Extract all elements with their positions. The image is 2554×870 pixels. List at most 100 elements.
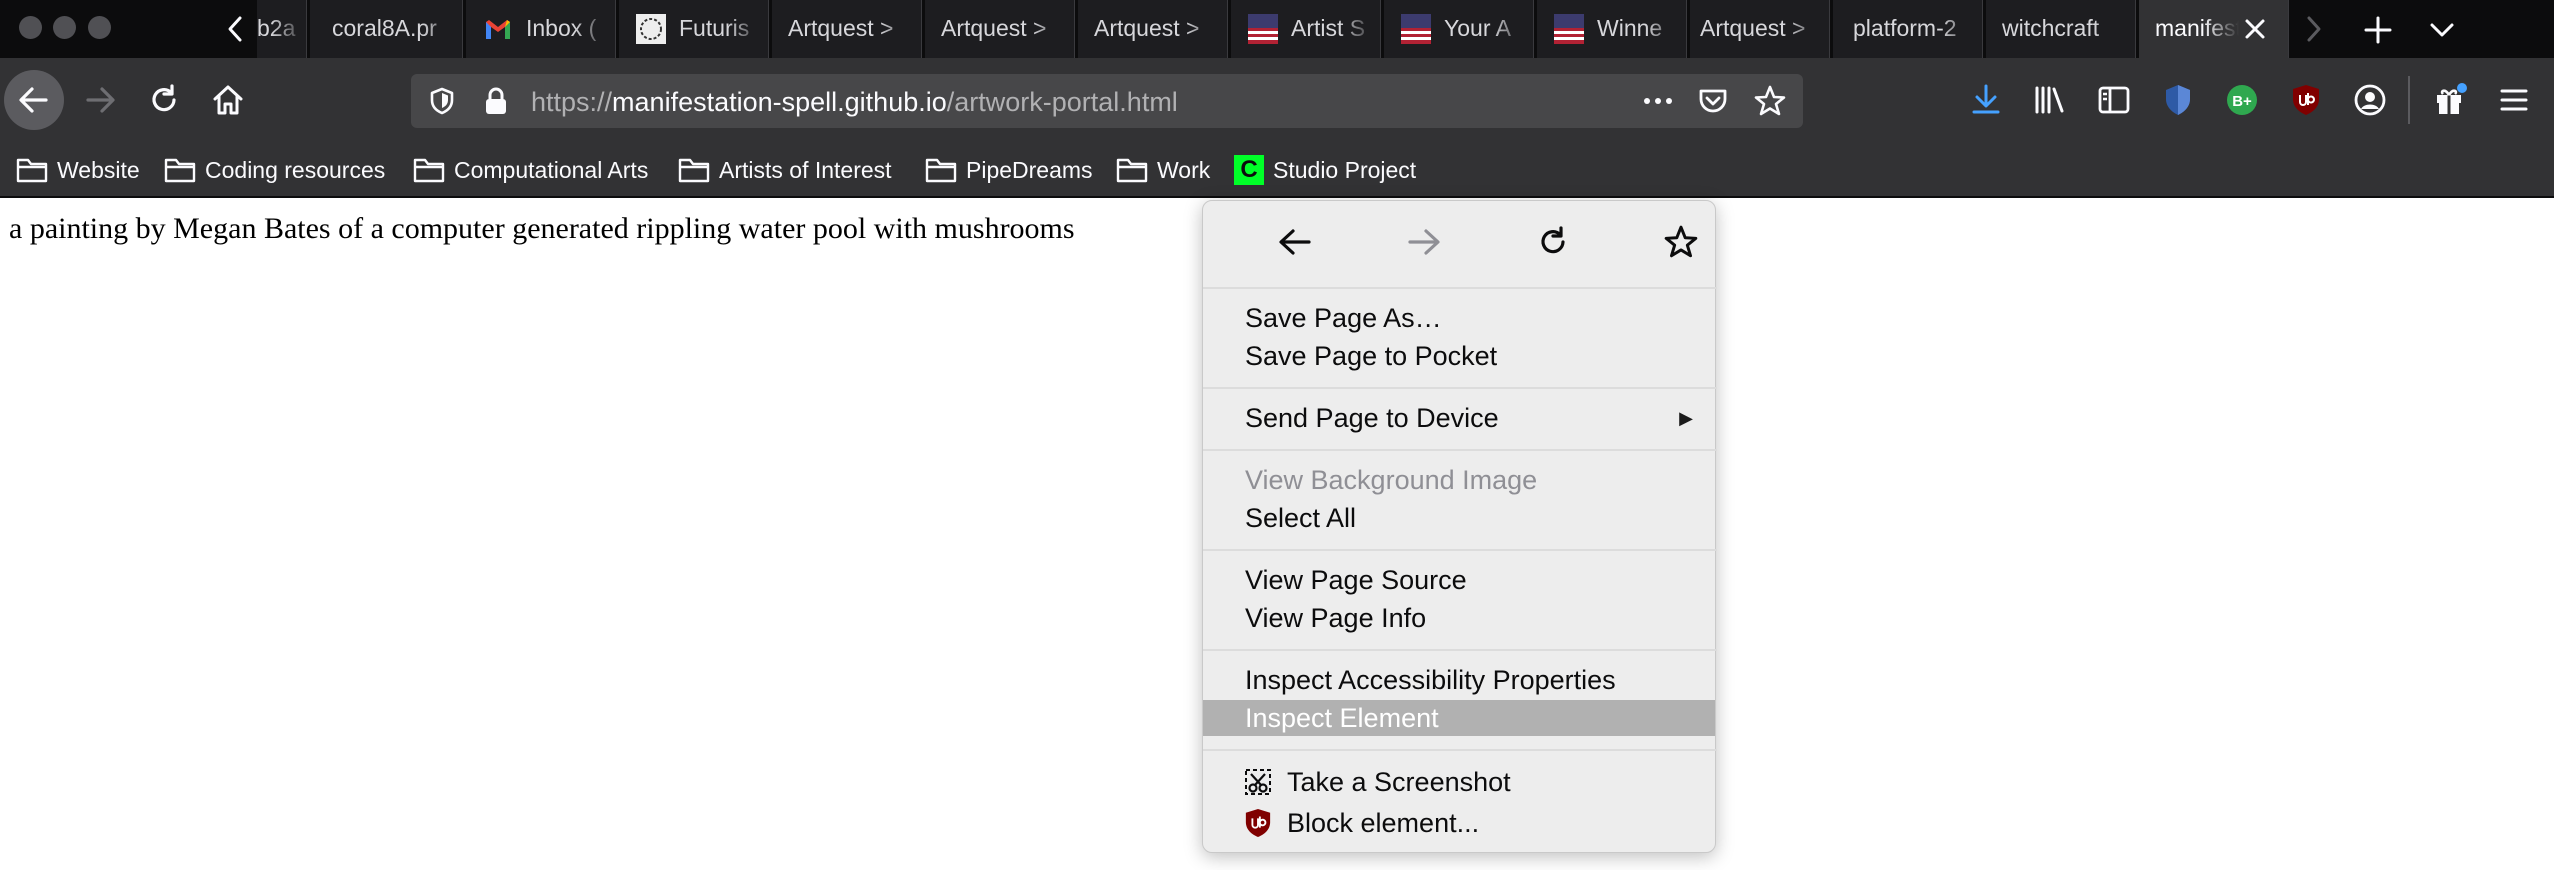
tab-6[interactable]: Artquest >	[925, 0, 1075, 58]
ctx-forward-button[interactable]	[1394, 217, 1454, 267]
reload-button[interactable]	[136, 72, 192, 128]
tab-title: Artquest >	[941, 15, 1069, 42]
tab-1[interactable]: b2a	[257, 0, 307, 58]
page-text: a painting by Megan Bates of a computer …	[9, 212, 1075, 245]
tab-4[interactable]: Futuris	[619, 0, 769, 58]
plus-icon	[2364, 16, 2392, 44]
menu-item-inspect-accessibility[interactable]: Inspect Accessibility Properties	[1203, 662, 1715, 698]
ublock-shield-icon	[1245, 809, 1271, 837]
tab-5[interactable]: Artquest >	[772, 0, 922, 58]
tab-9[interactable]: Your A	[1384, 0, 1534, 58]
tab-10[interactable]: Winne	[1537, 0, 1687, 58]
tab-12[interactable]: platform-2	[1833, 0, 1983, 58]
bookmark-label: PipeDreams	[966, 156, 1093, 183]
tabs-scroll-right-button[interactable]	[2292, 0, 2336, 58]
ctx-back-button[interactable]	[1265, 217, 1325, 267]
tab-title: Winne	[1597, 15, 1681, 42]
tab-7[interactable]: Artquest >	[1078, 0, 1228, 58]
navigation-toolbar: https://manifestation-spell.github.io/ar…	[0, 58, 2554, 142]
home-button[interactable]	[200, 72, 256, 128]
tab-8[interactable]: Artist S	[1231, 0, 1381, 58]
account-button[interactable]	[2342, 72, 2398, 128]
privacy-badger-extension-button[interactable]	[2150, 72, 2206, 128]
tab-title: coral8A.pr	[332, 15, 458, 42]
menu-item-select-all[interactable]: Select All	[1203, 500, 1715, 536]
close-icon[interactable]	[2241, 15, 2269, 43]
arrow-right-icon	[86, 87, 115, 113]
tab-title: Artquest >	[1094, 15, 1222, 42]
url-text[interactable]: https://manifestation-spell.github.io/ar…	[531, 87, 1178, 118]
chevron-left-icon	[228, 16, 242, 42]
context-menu: Save Page As… Save Page to Pocket Send P…	[1202, 200, 1717, 853]
bplus-extension-button[interactable]: B+	[2214, 72, 2270, 128]
bookmark-folder-website[interactable]: Website	[16, 152, 140, 188]
tab-11[interactable]: Artquest >	[1690, 0, 1830, 58]
bookmark-studio-project[interactable]: C Studio Project	[1234, 152, 1416, 188]
menu-item-block-element[interactable]: Block element...	[1203, 805, 1715, 841]
art-flag-icon	[1554, 14, 1584, 44]
new-tab-button[interactable]	[2356, 8, 2400, 52]
tab-title: b2a	[257, 15, 306, 42]
pocket-icon[interactable]	[1697, 86, 1729, 116]
ctx-bookmark-button[interactable]	[1651, 217, 1711, 267]
list-all-tabs-button[interactable]	[2420, 8, 2464, 52]
menu-item-save-to-pocket[interactable]: Save Page to Pocket	[1203, 338, 1715, 374]
app-menu-button[interactable]	[2486, 72, 2542, 128]
sidebar-toggle-button[interactable]	[2086, 72, 2142, 128]
bookmarks-toolbar: Website Coding resources Computational A…	[0, 142, 2554, 198]
back-button[interactable]	[4, 70, 64, 130]
studio-project-favicon: C	[1234, 155, 1264, 185]
menu-item-label: Block element...	[1287, 808, 1480, 838]
url-path: /artwork-portal.html	[946, 87, 1178, 117]
tab-title: Artquest >	[788, 15, 916, 42]
url-bar[interactable]: https://manifestation-spell.github.io/ar…	[411, 74, 1803, 128]
tab-2[interactable]: coral8A.pr	[310, 0, 463, 58]
tracking-protection-shield-icon[interactable]	[427, 86, 457, 116]
bookmark-folder-work[interactable]: Work	[1116, 152, 1210, 188]
menu-item-send-page-to-device[interactable]: Send Page to Device ▶	[1203, 400, 1715, 436]
menu-separator	[1203, 387, 1717, 389]
tab-title: Your A	[1444, 15, 1528, 42]
bookmark-folder-coding-resources[interactable]: Coding resources	[164, 152, 385, 188]
downloads-button[interactable]	[1958, 72, 2014, 128]
library-button[interactable]	[2022, 72, 2078, 128]
menu-item-label: Take a Screenshot	[1287, 767, 1511, 797]
reload-icon	[1541, 226, 1565, 254]
tab-3[interactable]: Inbox (	[466, 0, 616, 58]
lock-icon[interactable]	[483, 86, 509, 116]
arrow-left-icon	[19, 87, 48, 113]
menu-separator	[1203, 287, 1717, 289]
menu-item-view-page-source[interactable]: View Page Source	[1203, 562, 1715, 598]
menu-item-view-background-image: View Background Image	[1245, 465, 1538, 495]
ublock-origin-button[interactable]	[2278, 72, 2334, 128]
library-icon	[2035, 86, 2064, 114]
window-close-button[interactable]	[19, 16, 42, 39]
bookmark-label: Coding resources	[205, 156, 386, 183]
arrow-left-icon	[1279, 229, 1311, 255]
whats-new-button[interactable]	[2422, 72, 2478, 128]
bookmark-folder-computational-arts[interactable]: Computational Arts	[413, 152, 648, 188]
tab-13[interactable]: witchcraft	[1986, 0, 2136, 58]
bookmark-folder-pipedreams[interactable]: PipeDreams	[925, 152, 1093, 188]
window-minimize-button[interactable]	[53, 16, 76, 39]
folder-icon	[413, 158, 445, 183]
menu-separator	[1203, 649, 1717, 651]
tab-strip: b2a coral8A.pr Inbox ( Futuris Artquest …	[0, 0, 2554, 58]
menu-item-save-page-as[interactable]: Save Page As…	[1203, 300, 1715, 336]
bookmark-folder-artists-of-interest[interactable]: Artists of Interest	[678, 152, 892, 188]
tabs-scroll-left-button[interactable]	[213, 0, 257, 58]
download-arrow-icon	[1972, 84, 2000, 114]
forward-button[interactable]	[72, 72, 128, 128]
menu-item-view-page-info[interactable]: View Page Info	[1203, 600, 1715, 636]
home-icon	[213, 85, 243, 115]
window-zoom-button[interactable]	[88, 16, 111, 39]
folder-icon	[16, 158, 48, 183]
tab-active[interactable]: manifest	[2139, 0, 2289, 58]
ctx-reload-button[interactable]	[1523, 217, 1583, 267]
screenshot-scissors-icon	[1245, 769, 1271, 795]
menu-item-take-screenshot[interactable]: Take a Screenshot	[1203, 764, 1715, 800]
bplus-badge-icon: B+	[2227, 85, 2257, 115]
bookmark-star-icon[interactable]	[1753, 84, 1787, 118]
page-actions-more-icon[interactable]	[1641, 88, 1675, 114]
menu-item-inspect-element[interactable]: Inspect Element	[1203, 700, 1715, 736]
